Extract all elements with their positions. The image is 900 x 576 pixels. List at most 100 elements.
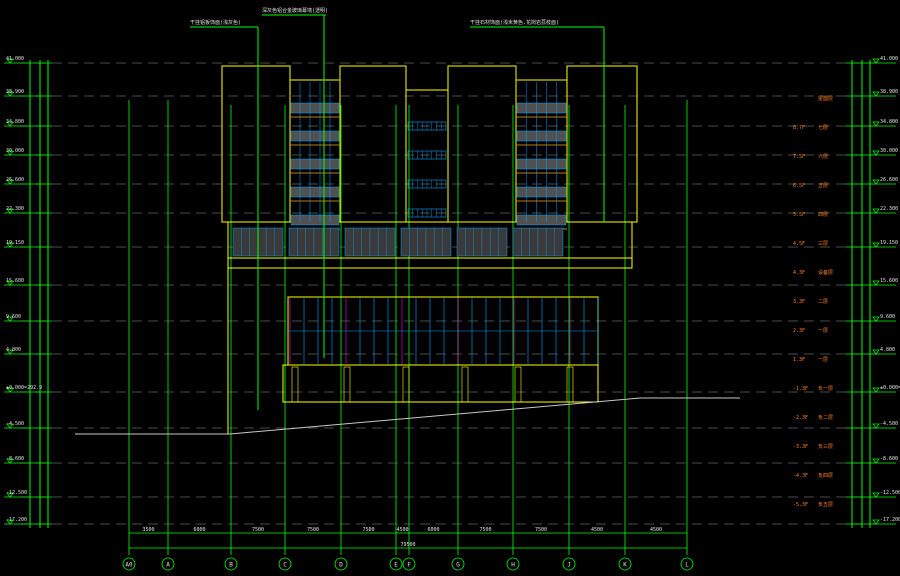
cw-spandrel-0-4 xyxy=(290,214,340,226)
floor-elev-4: 5.5F xyxy=(793,212,805,218)
right-level-marker-9 xyxy=(872,349,880,355)
floor-elev-12: -3.3F xyxy=(793,444,808,450)
left-level-label-1: 38.900 xyxy=(6,89,24,95)
floor-name-5: 三层 xyxy=(818,241,828,247)
left-level-label-12: -8.600 xyxy=(6,456,24,462)
left-level-label-8: 9.600 xyxy=(6,314,21,320)
left-level-label-7: 15.600 xyxy=(6,278,24,284)
right-level-marker-3 xyxy=(872,150,880,156)
note-left: 干挂铝板饰面(浅灰色) xyxy=(190,19,241,26)
left-level-label-2: 34.800 xyxy=(6,119,24,125)
axis-label-L: L xyxy=(685,562,689,569)
floor-name-1: 七层 xyxy=(818,124,828,131)
cw-spandrel-0-2 xyxy=(290,158,340,170)
floor-label-column: 屋面层 8.7F 七层 7.5F 六层 6.5F 五层 5.5F 四层 4.5F 三层 4.3F 设备层… xyxy=(793,96,833,508)
axis-label-B: B xyxy=(229,562,233,569)
left-level-label-9: 4.800 xyxy=(6,347,21,353)
axis-label-D: D xyxy=(339,562,343,569)
axis-label-J: J xyxy=(567,562,571,569)
right-level-marker-12 xyxy=(872,458,880,464)
left-level-label-4: 26.600 xyxy=(6,177,24,183)
right-level-label-9: 4.800 xyxy=(880,347,895,353)
left-level-label-5: 22.300 xyxy=(6,206,24,212)
right-level-label-12: -8.600 xyxy=(880,456,898,462)
note-mid: 深灰色铝合金玻璃幕墙(透明) xyxy=(262,7,328,14)
bay-dim-7: 7500 xyxy=(479,527,491,533)
floor-name-14: 负五层 xyxy=(818,501,833,508)
axis-label-G: G xyxy=(456,562,460,569)
floor-name-11: 负二层 xyxy=(818,414,833,421)
right-level-marker-10 xyxy=(872,387,880,393)
bottom-dimension-chain: 3500 6000 7500 7500 7500 4500 6000 7500 7500 4500… xyxy=(129,527,687,549)
bay-dim-10: 4500 xyxy=(650,527,662,533)
right-level-marker-6 xyxy=(872,242,880,248)
total-dim: 79500 xyxy=(400,542,415,548)
right-level-chain: 41.000 38.900 34.800 30.000 26.600 22.300 19.1… xyxy=(846,56,900,528)
right-level-marker-11 xyxy=(872,423,880,429)
right-level-marker-14 xyxy=(872,519,880,525)
elevation-drawing: 41.000 38.900 34.800 30.000 26.600 22.300 19.1… xyxy=(0,0,900,572)
bay-dim-8: 7500 xyxy=(535,527,547,533)
floor-elev-14: -5.3F xyxy=(793,502,808,508)
left-level-chain: 41.000 38.900 34.800 30.000 26.600 22.300 19.1… xyxy=(4,56,52,528)
floor-name-4: 四层 xyxy=(818,212,828,218)
cw-spandrel-1-3 xyxy=(516,186,567,198)
right-level-label-14: -17.200 xyxy=(880,517,900,523)
floor-name-2: 六层 xyxy=(818,153,828,160)
left-level-label-14: -17.200 xyxy=(6,517,27,523)
floor-name-7: 二层 xyxy=(818,299,828,305)
bay-dim-4: 7500 xyxy=(362,527,374,533)
right-level-label-3: 30.000 xyxy=(880,148,898,154)
lower-column-3 xyxy=(461,366,469,403)
right-level-label-7: 15.600 xyxy=(880,278,898,284)
lower-column-0 xyxy=(291,366,299,403)
note-right: 干挂石材饰面(浅米黄色,花岗岩荔枝面) xyxy=(470,19,559,26)
axis-label-A: A xyxy=(166,562,170,569)
tower-4 xyxy=(566,65,638,223)
bay-dim-0: 3500 xyxy=(142,527,154,533)
floor-name-9: 一层 xyxy=(818,357,828,363)
floor-name-10: 负一层 xyxy=(818,385,833,392)
axis-grid xyxy=(128,100,688,555)
floor-elev-11: -2.3F xyxy=(793,415,808,421)
right-level-marker-2 xyxy=(872,121,880,127)
right-level-label-0: 41.000 xyxy=(880,56,898,62)
floor-elev-1: 8.7F xyxy=(793,125,805,131)
cw-spandrel-0-1 xyxy=(290,130,340,142)
elevation-svg: 41.000 38.900 34.800 30.000 26.600 22.300 19.1… xyxy=(4,7,900,571)
axis-label-H: H xyxy=(511,562,515,569)
right-level-label-1: 38.900 xyxy=(880,89,898,95)
axis-label-C: C xyxy=(283,562,287,569)
left-level-label-10: ±0.000=292.9 xyxy=(6,385,42,391)
bay-dim-9: 4500 xyxy=(591,527,603,533)
lower-column-1 xyxy=(343,366,351,403)
floor-elev-2: 7.5F xyxy=(793,154,805,160)
bay-dim-3: 7500 xyxy=(307,527,319,533)
cw-spandrel-1-4 xyxy=(516,214,567,226)
left-level-label-13: -12.500 xyxy=(6,490,27,496)
cw-spandrel-1-1 xyxy=(516,130,567,142)
lower-column-2 xyxy=(402,366,410,403)
right-level-label-2: 34.800 xyxy=(880,119,898,125)
bay-dim-1: 6000 xyxy=(193,527,205,533)
axis-bubbles: A0 A B C D E F G H J K L xyxy=(122,557,694,571)
cw-spandrel-0-0 xyxy=(290,102,340,114)
floor-elev-13: -4.3F xyxy=(793,473,808,479)
axis-label-A0: A0 xyxy=(125,562,133,569)
left-level-label-0: 41.000 xyxy=(6,56,24,62)
lower-column-5 xyxy=(566,366,574,403)
floor-elev-3: 6.5F xyxy=(793,183,805,189)
axis-label-E: E xyxy=(394,562,398,569)
floor-name-0: 屋面层 xyxy=(818,96,833,102)
floor-elev-5: 4.5F xyxy=(793,241,805,247)
floor-name-3: 五层 xyxy=(818,183,828,189)
bay-dim-2: 7500 xyxy=(252,527,264,533)
right-level-label-8: 9.600 xyxy=(880,314,895,320)
floor-elev-10: -1.3F xyxy=(793,386,808,392)
right-level-marker-5 xyxy=(872,208,880,214)
bay-dim-6: 6000 xyxy=(427,527,439,533)
level-lines xyxy=(20,62,880,525)
right-level-label-4: 26.600 xyxy=(880,177,898,183)
floor-name-6: 设备层 xyxy=(818,269,833,276)
lower-column-4 xyxy=(514,366,522,403)
